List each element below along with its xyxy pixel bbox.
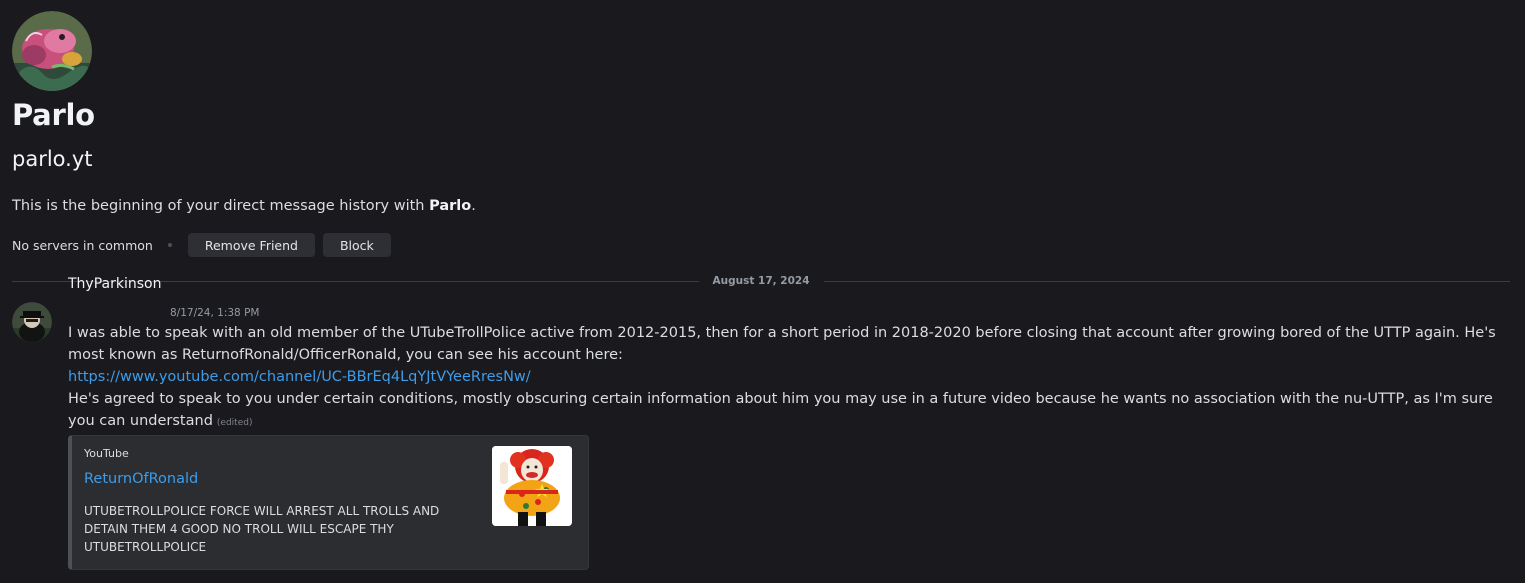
intro-name: Parlo xyxy=(429,198,472,214)
message-timestamp: 8/17/24, 1:38 PM xyxy=(170,307,260,319)
profile-display-name: Parlo xyxy=(12,98,95,132)
message-content: I was able to speak with an old member o… xyxy=(68,322,1508,434)
separator-dot xyxy=(167,243,172,247)
profile-avatar[interactable] xyxy=(12,11,92,91)
profile-actions: No servers in common Remove Friend Block xyxy=(12,233,399,257)
embed-provider: YouTube xyxy=(84,447,129,460)
dm-intro-text: This is the beginning of your direct mes… xyxy=(12,198,476,214)
embed-thumbnail[interactable] xyxy=(492,446,572,526)
message-link[interactable]: https://www.youtube.com/channel/UC-BBrEq… xyxy=(68,369,531,385)
dm-channel: Parlo parlo.yt This is the beginning of … xyxy=(0,0,1525,583)
embed-description: UTUBETROLLPOLICE FORCE WILL ARREST ALL T… xyxy=(84,504,440,554)
embed-title-link[interactable]: ReturnOfRonald xyxy=(84,471,198,487)
author-avatar-image xyxy=(12,302,52,342)
profile-username: parlo.yt xyxy=(12,147,93,171)
message-line-2: He's agreed to speak to you under certai… xyxy=(68,391,1493,429)
message-author-avatar[interactable] xyxy=(12,302,52,342)
divider-line-right xyxy=(823,280,1510,282)
intro-prefix: This is the beginning of your direct mes… xyxy=(12,198,430,214)
divider-date: August 17, 2024 xyxy=(712,275,810,287)
ronald-thumbnail-image xyxy=(492,446,572,526)
message-line-1: I was able to speak with an old member o… xyxy=(68,325,1496,363)
message-author-name[interactable]: ThyParkinson xyxy=(68,276,161,292)
date-divider: August 17, 2024 xyxy=(12,273,1510,289)
avatar-image xyxy=(12,11,92,91)
mutual-servers-text: No servers in common xyxy=(12,237,153,253)
remove-friend-button[interactable]: Remove Friend xyxy=(187,233,315,257)
edited-label: (edited) xyxy=(216,418,253,428)
intro-suffix: . xyxy=(471,198,476,214)
block-button[interactable]: Block xyxy=(322,233,391,257)
youtube-embed: YouTube ReturnOfRonald UTUBETROLLPOLICE … xyxy=(68,435,589,570)
